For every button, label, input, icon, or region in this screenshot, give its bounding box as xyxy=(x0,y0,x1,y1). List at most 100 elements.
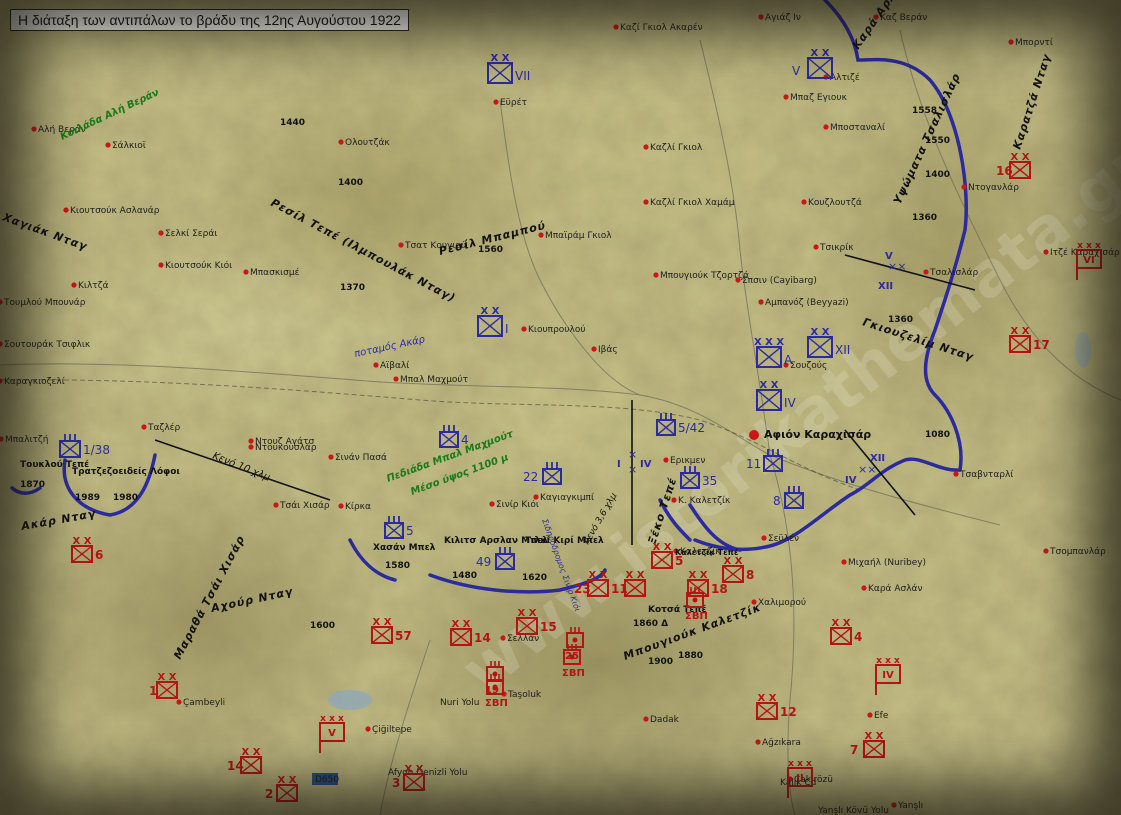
town-dot xyxy=(63,207,69,213)
town: Yanşlı Kövü Yolu xyxy=(817,806,889,815)
unit-number: V xyxy=(792,64,801,78)
elevation-label: 1440 xyxy=(280,118,305,128)
elevation-label: 1600 xyxy=(310,621,335,631)
unit-number: 1 xyxy=(149,684,157,698)
town: Σπσιν (Cayibarg) xyxy=(735,276,817,286)
unit-number: ΣΒΠ xyxy=(685,611,708,622)
town: Αμπανόζ (Beyyazi) xyxy=(758,297,849,308)
town-dot xyxy=(891,802,897,808)
cross-mark: × xyxy=(628,463,637,476)
cross-mark: × xyxy=(628,448,637,461)
town-label: Τσαλισλάρ xyxy=(929,268,978,278)
unit-number: 57 xyxy=(395,629,412,643)
town-dot xyxy=(393,376,399,382)
unit-number: 5/42 xyxy=(678,421,705,435)
town-dot xyxy=(338,139,344,145)
town: Μπασκισμέ xyxy=(243,267,300,278)
town-label: Αφιόν Καραχισάρ xyxy=(764,428,871,441)
town-dot xyxy=(521,326,527,332)
town-dot xyxy=(758,299,764,305)
town-label: Καζλί Γκιολ Χαμάμ xyxy=(650,198,735,208)
town: Τσάι Χισάρ xyxy=(273,501,330,511)
town: Κιουτσούκ Ασλανάρ xyxy=(63,205,160,216)
town-dot xyxy=(248,438,254,444)
echelon-mark: X X xyxy=(724,556,743,567)
town-label: Καρά Ασλάν xyxy=(868,584,923,594)
unit-number: 3 xyxy=(392,776,400,790)
echelon-mark: X X xyxy=(832,618,851,629)
unit-number: 7 xyxy=(850,743,858,757)
town-dot xyxy=(31,126,37,132)
unit-number: 35 xyxy=(702,474,717,488)
town-label: Τσάι Χισάρ xyxy=(279,501,330,511)
unit-number: 14 xyxy=(474,631,491,645)
echelon-mark: X X xyxy=(1011,152,1030,163)
town: Καζλί Γκιολ xyxy=(643,143,703,153)
town-dot xyxy=(533,494,539,500)
town-label: Μπορντί xyxy=(1015,38,1053,48)
town: Nuri Yolu xyxy=(440,698,480,708)
hill-label: Τιλκί Κιρί Μπελ xyxy=(525,535,604,546)
town: Ερικμεν xyxy=(663,456,705,466)
town: Ντουκουσλάρ xyxy=(248,443,317,453)
town-label: Σάλκιοϊ xyxy=(112,141,146,151)
town-dot xyxy=(923,269,929,275)
town-label: Τσαβνταρλί xyxy=(959,470,1013,480)
town-label: Αλτιζέ xyxy=(830,72,860,83)
town: Τουμλού Μπουνάρ xyxy=(0,297,86,308)
hill-label: Τουκλού Τεπέ xyxy=(20,459,89,470)
town: Κιουπρουλού xyxy=(521,324,586,335)
town-label: Κιουτσούκ Κιόι xyxy=(165,260,232,271)
town-label: Κίρκα xyxy=(345,502,371,512)
town-label: Κιλτζά xyxy=(78,281,109,291)
town: Τσαβνταρλί xyxy=(953,470,1013,480)
town-label: Ντουκουσλάρ xyxy=(255,443,317,453)
unit-number: 12 xyxy=(780,705,797,719)
town-label: Μπαζ Εγιουκ xyxy=(790,93,848,103)
town: Καζί Γκιολ Ακαρέν xyxy=(613,22,703,33)
town-label: Κ. Καλετζίκ xyxy=(678,496,731,506)
town-label: Τσικρίκ xyxy=(819,243,854,253)
unit-number: IV xyxy=(784,396,797,410)
town-dot xyxy=(783,94,789,100)
town-dot xyxy=(158,262,164,268)
town-label: Σελλάν xyxy=(507,634,539,644)
unit-number: 18 xyxy=(711,582,728,596)
town-label: Dadak xyxy=(650,715,680,725)
town: Μπαλιτζή xyxy=(0,435,49,445)
town: Çambeyli xyxy=(176,698,225,708)
town-label: Κιουτσούκ Ασλανάρ xyxy=(70,205,160,216)
town-dot xyxy=(813,244,819,250)
unit-number: A xyxy=(784,353,793,367)
echelon-mark: X X xyxy=(811,327,830,338)
town: Ολουτζάκ xyxy=(338,138,390,148)
town-label: Χαλιμορού xyxy=(758,597,806,608)
town-dot xyxy=(735,277,741,283)
town-label: Nuri Yolu xyxy=(440,698,480,708)
unit-center-dot xyxy=(492,684,498,690)
town-label: Μιχαήλ (Nuribey) xyxy=(848,558,926,568)
town-label: Ταζλέρ xyxy=(147,422,181,433)
town: Μπαλ Μαχμούτ xyxy=(393,374,468,385)
town-dot xyxy=(398,242,404,248)
town-label: D650 xyxy=(315,775,339,785)
town: Μπουγιούκ Τζορτζά xyxy=(653,270,749,281)
town: Çiğiltepe xyxy=(365,725,412,735)
town: Καγιαγκιμπί xyxy=(533,493,594,503)
town-label: Μπασκισμέ xyxy=(250,267,300,278)
town: Μπορντί xyxy=(1008,38,1053,48)
town: Ντογανλάρ xyxy=(961,183,1019,193)
elevation-label: 1870 xyxy=(20,480,45,490)
unit-number: II xyxy=(796,773,803,784)
town-label: Σεϋλέν xyxy=(768,533,799,544)
town-dot xyxy=(591,346,597,352)
town-label: Καζί Γκιολ Ακαρέν xyxy=(620,22,703,33)
lake xyxy=(328,690,372,710)
town: Ταζλέρ xyxy=(141,422,181,433)
town-label: Μπαϊράμ Γκιολ xyxy=(545,231,612,241)
town-dot xyxy=(643,144,649,150)
town-dot xyxy=(365,726,371,732)
echelon-mark: X X xyxy=(1011,326,1030,337)
town: Σινίρ Κιόι xyxy=(489,499,539,510)
elevation-label: 1989 xyxy=(75,493,100,503)
